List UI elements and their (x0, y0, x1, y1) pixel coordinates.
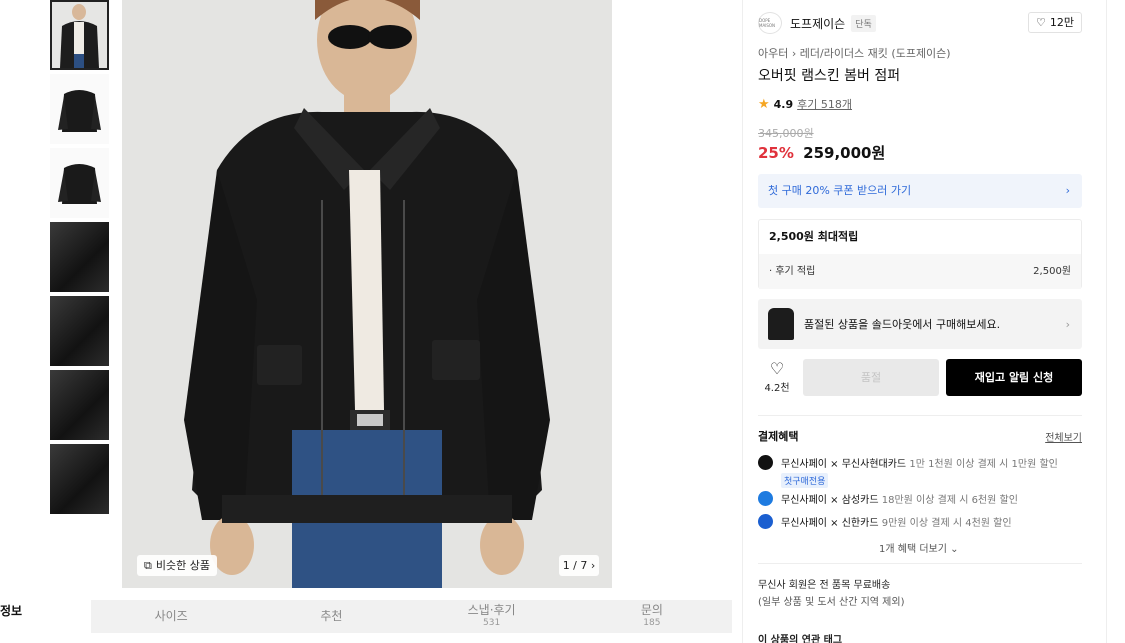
thumbnail-4[interactable] (50, 222, 109, 292)
thumbnail-detail-image (50, 444, 109, 514)
more-benefits-label: 1개 혜택 더보기 (879, 544, 947, 555)
similar-products-label: 비슷한 상품 (155, 559, 210, 572)
thumbnail-jacket-front (50, 74, 109, 144)
chevron-down-icon: ⌄ (950, 544, 959, 555)
main-product-image (122, 0, 612, 588)
points-row-value: 2,500원 (1033, 266, 1071, 277)
thumbnail-6[interactable] (50, 370, 109, 440)
sale-price: 259,000원 (803, 144, 886, 162)
benefit-card: 무신사페이 × 신한카드 (781, 518, 879, 529)
review-count-link[interactable]: 후기 518개 (797, 96, 852, 112)
benefit-detail: 1만 1천원 이상 결제 시 1만원 할인 (909, 459, 1058, 470)
tab-recommend-label: 추천 (320, 609, 343, 623)
brand-row: DOPE MAISON 도프제이슨 단독 ♡ 12만 (758, 12, 1082, 34)
card-logo-icon (758, 491, 773, 506)
more-benefits-button[interactable]: 1개 혜택 더보기 ⌄ (879, 540, 959, 555)
rating-score: 4.9 (773, 97, 794, 111)
benefit-detail: 18만원 이상 결제 시 6천원 할인 (881, 495, 1018, 506)
brand-logo-text: DOPE MAISON (759, 18, 776, 28)
wishlist-count: 4.2천 (764, 383, 790, 394)
image-counter[interactable]: 1 / 7 › (559, 555, 599, 576)
points-box: 2,500원 최대적립 · 후기 적립 2,500원 (758, 219, 1082, 289)
shipping-info: 무신사 회원은 전 품목 무료배송 (758, 580, 891, 591)
original-price: 345,000원 (758, 127, 814, 140)
sold-out-button[interactable]: 품절 (803, 359, 939, 396)
wishlist-button[interactable]: ♡ 4.2천 (762, 359, 792, 394)
brand-name[interactable]: 도프제이슨 (790, 15, 845, 32)
column-divider-right (1106, 0, 1107, 643)
thumbnail-detail-image (50, 370, 109, 440)
points-row-label: · 후기 적립 (769, 266, 816, 277)
benefit-item: 무신사페이 × 신한카드 9만원 이상 결제 시 4천원 할인 (758, 514, 1012, 529)
shipping-note: (일부 상품 및 도서 산간 지역 제외) (758, 597, 905, 608)
chevron-right-icon: › (1065, 317, 1070, 331)
exclusive-badge: 단독 (851, 14, 876, 32)
benefit-item: 무신사페이 × 삼성카드 18만원 이상 결제 시 6천원 할인 (758, 491, 1018, 506)
thumbnail-5[interactable] (50, 296, 109, 366)
thumbnail-jacket-back (50, 148, 109, 218)
soldout-banner[interactable]: 품절된 상품을 솔드아웃에서 구매해보세요. › (758, 299, 1082, 349)
copy-icon: ⧉ (144, 559, 152, 572)
brand-like-count: 12만 (1049, 16, 1074, 29)
thumbnail-1[interactable] (50, 0, 109, 70)
thumbnail-3[interactable] (50, 148, 109, 218)
model-photo (122, 0, 612, 588)
related-tags-header: 이 상품의 연관 태그 (758, 635, 843, 643)
column-divider (742, 0, 743, 643)
soldout-product-thumbnail (768, 308, 794, 340)
benefit-item: 무신사페이 × 무신사현대카드 1만 1천원 이상 결제 시 1만원 할인 첫구… (758, 455, 1058, 488)
breadcrumb[interactable]: 아우터 › 레더/라이더스 재킷 (도프제이슨) (758, 45, 951, 61)
points-row: · 후기 적립 2,500원 (759, 254, 1081, 289)
chevron-right-icon: › (590, 559, 596, 572)
benefit-card: 무신사페이 × 삼성카드 (781, 495, 879, 506)
payment-view-all-link[interactable]: 전체보기 (1045, 429, 1082, 444)
action-row: ♡ 4.2천 품절 재입고 알림 신청 (758, 359, 1082, 396)
soldout-label: 품절된 상품을 솔드아웃에서 구매해보세요. (804, 318, 1001, 331)
points-header: 2,500원 최대적립 (769, 230, 859, 243)
tab-snap-review-count: 531 (483, 618, 501, 628)
chevron-right-icon: › (1065, 184, 1070, 197)
price-row: 25% 259,000원 (758, 142, 885, 163)
first-purchase-tag: 첫구매전용 (781, 473, 829, 488)
tab-snap-review-label: 스냅·후기 (467, 603, 516, 617)
heart-icon: ♡ (769, 359, 785, 378)
coupon-label: 첫 구매 20% 쿠폰 받으러 가기 (768, 184, 912, 197)
tab-inquiry[interactable]: 문의 185 (572, 600, 732, 633)
card-logo-icon (758, 455, 773, 470)
payment-benefits-header: 결제혜택 (758, 430, 799, 443)
detail-tabs: 사이즈 추천 스냅·후기 531 문의 185 (91, 600, 732, 633)
brand-logo[interactable]: DOPE MAISON (758, 12, 782, 34)
discount-rate: 25% (758, 144, 794, 162)
divider (758, 563, 1082, 564)
thumbnail-2[interactable] (50, 74, 109, 144)
thumbnail-list (50, 0, 109, 518)
tab-recommend[interactable]: 추천 (251, 600, 411, 633)
heart-icon: ♡ (1036, 16, 1046, 29)
tab-size[interactable]: 사이즈 (91, 600, 251, 633)
thumbnail-detail-image (50, 296, 109, 366)
star-icon: ★ (758, 96, 770, 112)
similar-products-button[interactable]: ⧉ 비슷한 상품 (137, 555, 217, 576)
tab-snap-review[interactable]: 스냅·후기 531 (412, 600, 572, 633)
divider (758, 415, 1082, 416)
thumbnail-model-image (52, 2, 107, 68)
product-title: 오버핏 램스킨 봄버 점퍼 (758, 68, 901, 84)
tab-info-label: 정보 (0, 604, 23, 618)
image-counter-label: 1 / 7 (562, 559, 588, 572)
thumbnail-detail-image (50, 222, 109, 292)
thumbnail-7[interactable] (50, 444, 109, 514)
tab-inquiry-label: 문의 (640, 603, 663, 617)
card-logo-icon (758, 514, 773, 529)
restock-alert-button[interactable]: 재입고 알림 신청 (946, 359, 1082, 396)
tab-size-label: 사이즈 (154, 609, 188, 623)
tab-inquiry-count: 185 (643, 618, 661, 628)
tab-info[interactable]: 정보 (0, 602, 22, 619)
brand-like-button[interactable]: ♡ 12만 (1028, 12, 1082, 33)
benefit-card: 무신사페이 × 무신사현대카드 (781, 459, 907, 470)
benefit-detail: 9만원 이상 결제 시 4천원 할인 (881, 518, 1012, 529)
rating-row: ★ 4.9 후기 518개 (758, 96, 852, 112)
coupon-banner[interactable]: 첫 구매 20% 쿠폰 받으러 가기 › (758, 174, 1082, 208)
